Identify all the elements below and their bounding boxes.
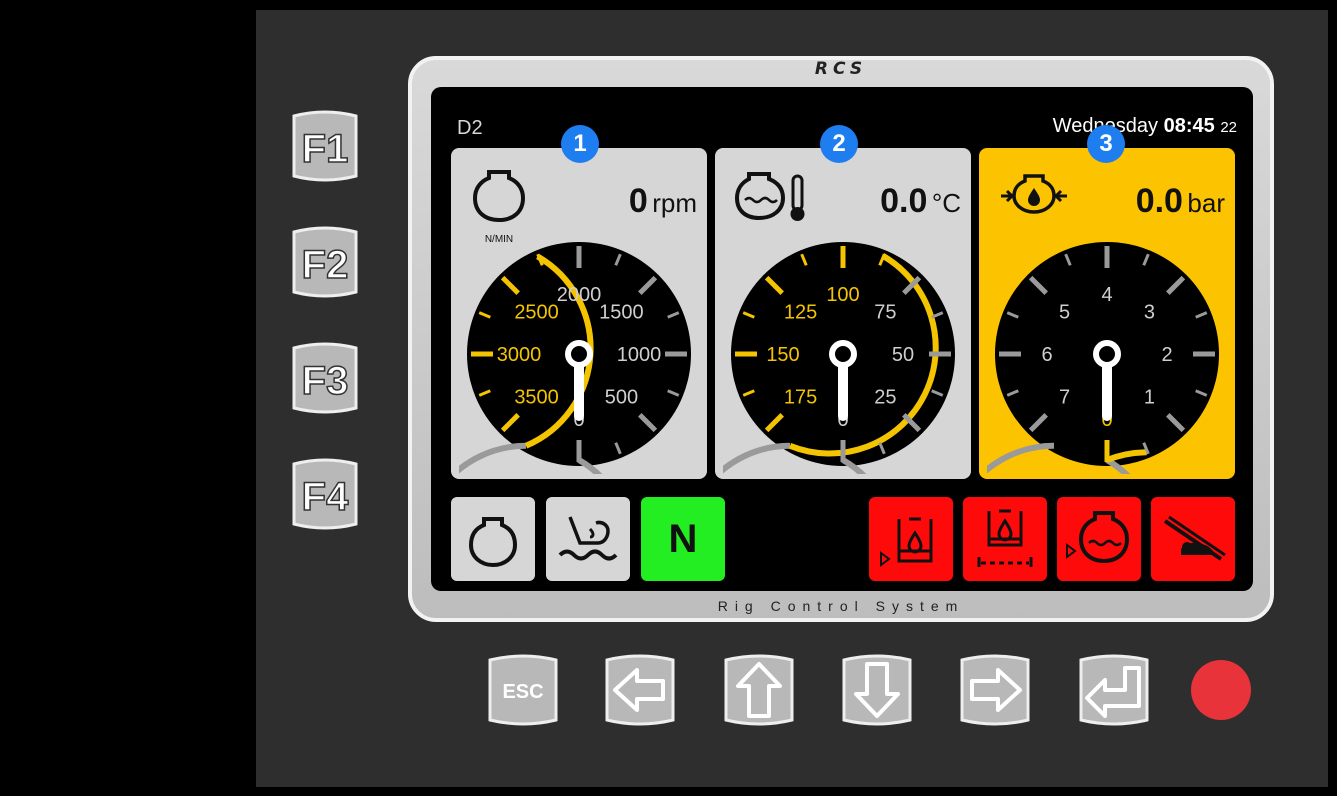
rpm-reading: 0 rpm	[629, 182, 697, 221]
foot-pedal-alarm[interactable]	[1151, 497, 1235, 581]
oil-filter-alarm[interactable]	[963, 497, 1047, 581]
clock-seconds: 22	[1220, 119, 1237, 136]
device-subtitle: Rig Control System	[717, 598, 965, 614]
engine-speed-panel: N/MIN 0 rpm 0500100015002000250030003500	[451, 148, 707, 479]
f1-key[interactable]: F1	[286, 108, 364, 184]
coolant-level-icon	[558, 516, 618, 561]
power-indicator-button[interactable]	[1191, 660, 1251, 720]
engine-coolant-alarm[interactable]	[1057, 497, 1141, 581]
neutral-label: N	[668, 517, 698, 561]
gauge-tick-label: 2000	[557, 284, 602, 306]
gauge-tick-label: 500	[605, 386, 638, 408]
f3-key-label: F3	[302, 359, 349, 403]
gauge-tick-label: 3500	[514, 386, 559, 408]
hydraulic-tank-icon	[880, 517, 933, 567]
gauge-tick-label: 2	[1161, 344, 1172, 366]
f3-key[interactable]: F3	[286, 340, 364, 416]
gauge-badge-1: 1	[561, 125, 599, 163]
temp-unit: °C	[931, 188, 961, 218]
pressure-reading: 0.0 bar	[1136, 182, 1225, 221]
pressure-value: 0.0	[1135, 182, 1183, 220]
temp-reading: 0.0 °C	[880, 182, 961, 221]
engine-status-button[interactable]	[451, 497, 535, 581]
gauge-hub	[565, 340, 593, 368]
enter-key[interactable]	[1075, 652, 1153, 728]
neutral-indicator[interactable]: N	[641, 497, 725, 581]
f2-key[interactable]: F2	[286, 224, 364, 300]
gauge-tick-label: 6	[1041, 344, 1052, 366]
gauge-badge-3: 3	[1087, 125, 1125, 163]
down-arrow-key[interactable]	[838, 652, 916, 728]
clock-time: 08:45	[1163, 115, 1215, 137]
engine-coolant-icon	[1066, 511, 1130, 564]
esc-key[interactable]: ESC	[484, 652, 562, 728]
engine-outline-icon	[468, 517, 518, 568]
gauge-tick-label: 125	[784, 302, 817, 324]
gauge-tick-label: 4	[1101, 284, 1112, 306]
gauge-tick-label: 2500	[514, 302, 559, 324]
up-arrow-key[interactable]	[720, 652, 798, 728]
gauge-tick-label: 175	[784, 386, 817, 408]
f4-key-label: F4	[302, 475, 349, 519]
oil-filter-icon	[977, 509, 1033, 567]
foot-pedal-icon	[1163, 515, 1226, 561]
gauge-tick-label: 100	[826, 284, 859, 306]
coolant-temp-panel: 0.0 °C 0255075100125150175	[715, 148, 971, 479]
gauge-tick-label: 5	[1059, 302, 1070, 324]
gauge-tick-label: 50	[892, 344, 914, 366]
hydraulic-oil-level-alarm[interactable]	[869, 497, 953, 581]
oil-pressure-icon	[1001, 174, 1067, 214]
gauge-tick-label: 3000	[497, 344, 542, 366]
lcd-screen: D2 Wednesday 08:45 22 1 2 3 N/MIN 0 rpm …	[431, 87, 1253, 591]
gauge-tick-label: 3	[1144, 302, 1155, 324]
gauge-tick-label: 7	[1059, 386, 1070, 408]
gauge-tick-label: 1000	[617, 344, 662, 366]
rpm-unit: rpm	[652, 188, 697, 218]
right-arrow-key[interactable]	[956, 652, 1034, 728]
f1-key-label: F1	[302, 127, 349, 171]
date-time: Wednesday 08:45 22	[1053, 115, 1237, 138]
left-arrow-key[interactable]	[601, 652, 679, 728]
f2-key-label: F2	[302, 243, 349, 287]
coolant-level-button[interactable]	[546, 497, 630, 581]
rpm-value: 0	[628, 182, 648, 220]
brand-logo: RCS	[814, 59, 868, 79]
temp-gauge: 0255075100125150175	[723, 242, 955, 474]
gauge-tick-label: 25	[874, 386, 896, 408]
gauge-tick-label: 150	[766, 344, 799, 366]
controller-housing: F1 F2 F3 F4 RCS Rig Control System D2 We…	[256, 10, 1328, 787]
esc-key-label: ESC	[502, 681, 543, 703]
display-bezel: RCS Rig Control System D2 Wednesday 08:4…	[408, 56, 1274, 622]
temp-value: 0.0	[880, 182, 928, 220]
gauge-badge-2: 2	[820, 125, 858, 163]
pressure-unit: bar	[1187, 188, 1225, 218]
gauge-hub	[829, 340, 857, 368]
coolant-temp-icon	[735, 172, 805, 221]
gauge-tick-label: 1500	[599, 302, 644, 324]
gauge-tick-label: 75	[874, 302, 896, 324]
rpm-gauge: 0500100015002000250030003500	[459, 242, 691, 474]
gauge-tick-label: 1	[1144, 386, 1155, 408]
f4-key[interactable]: F4	[286, 456, 364, 532]
oil-pressure-panel: 0.0 bar 01234567	[979, 148, 1235, 479]
gauge-hub	[1093, 340, 1121, 368]
page-id: D2	[457, 117, 483, 139]
pressure-gauge: 01234567	[987, 242, 1219, 474]
